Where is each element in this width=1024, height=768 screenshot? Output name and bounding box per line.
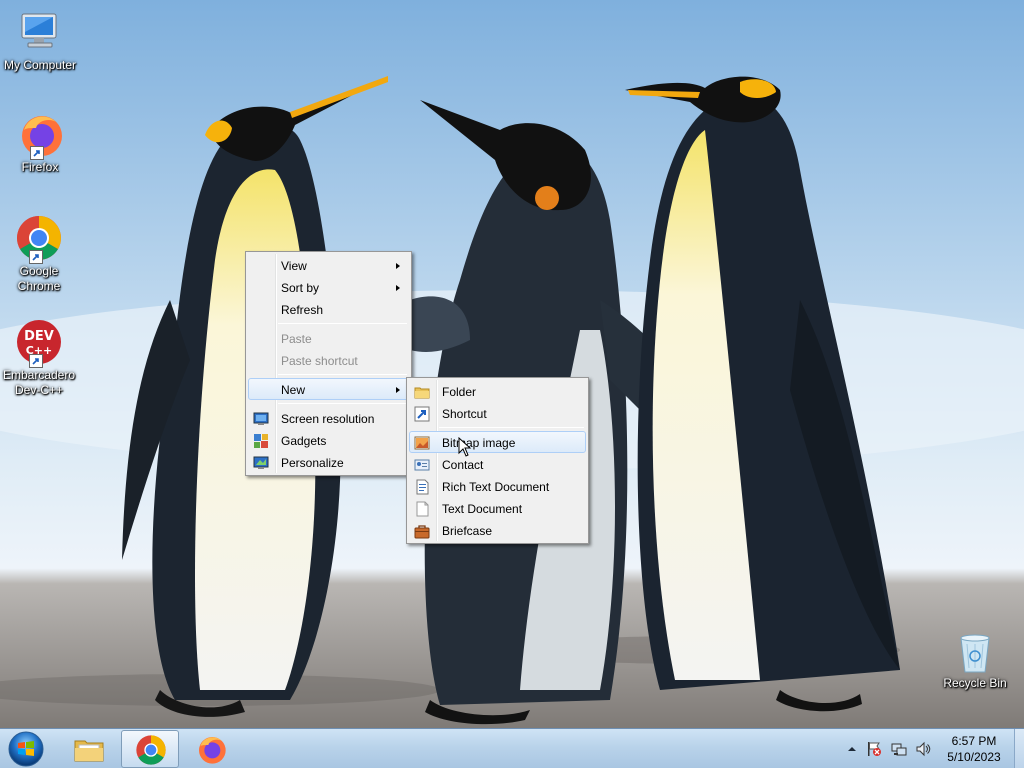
menu-item-label: New bbox=[281, 383, 306, 397]
folder-library-icon bbox=[73, 733, 105, 765]
shortcut-arrow-icon bbox=[30, 146, 44, 160]
shortcut-arrow-icon bbox=[29, 250, 43, 264]
show-desktop-button[interactable] bbox=[1014, 729, 1024, 768]
menu-item-label: Shortcut bbox=[442, 407, 487, 421]
menu-item-label: Contact bbox=[442, 458, 484, 472]
menu-item-new[interactable]: New bbox=[248, 378, 409, 400]
menu-item-view[interactable]: View bbox=[248, 254, 409, 276]
menu-item-paste-shortcut[interactable]: Paste shortcut bbox=[248, 349, 409, 371]
start-button[interactable] bbox=[4, 730, 48, 768]
menu-separator bbox=[278, 374, 407, 375]
menu-item-label: Rich Text Document bbox=[442, 480, 550, 494]
briefcase-icon bbox=[414, 523, 430, 539]
computer-icon bbox=[16, 8, 64, 56]
menu-item-sort-by[interactable]: Sort by bbox=[248, 276, 409, 298]
submenu-arrow-icon bbox=[396, 285, 400, 291]
bitmap-image-icon bbox=[414, 435, 430, 451]
menu-item-gadgets[interactable]: Gadgets bbox=[248, 429, 409, 451]
desktop-icon-label: Google Chrome bbox=[17, 264, 61, 293]
firefox-icon bbox=[195, 733, 227, 765]
menu-item-personalize[interactable]: Personalize bbox=[248, 451, 409, 473]
new-menu-item-contact[interactable]: Contact bbox=[409, 453, 586, 475]
screen-resolution-icon bbox=[253, 411, 269, 427]
action-center-flag-icon[interactable] bbox=[866, 741, 882, 757]
show-hidden-icons-icon[interactable] bbox=[844, 741, 860, 757]
svg-text:DEV: DEV bbox=[24, 329, 54, 344]
menu-item-label: Gadgets bbox=[281, 434, 327, 448]
menu-item-refresh[interactable]: Refresh bbox=[248, 298, 409, 320]
desktop-icon-label: Recycle Bin bbox=[943, 676, 1007, 690]
rich-text-icon bbox=[414, 479, 430, 495]
desktop-icon-dev-cpp[interactable]: DEV C++ Embarcadero Dev-C++ bbox=[0, 318, 79, 398]
recycle-bin-icon bbox=[955, 630, 995, 674]
menu-item-label: Text Document bbox=[442, 502, 523, 516]
clock-date: 5/10/2023 bbox=[947, 750, 1001, 764]
text-document-icon bbox=[414, 501, 430, 517]
new-submenu: Folder Shortcut Bitmap image Contact Ric… bbox=[406, 377, 589, 544]
devcpp-icon: DEV C++ bbox=[15, 318, 63, 368]
desktop-icon-firefox[interactable]: Firefox bbox=[0, 110, 80, 175]
menu-item-label: Personalize bbox=[281, 456, 344, 470]
new-menu-item-folder[interactable]: Folder bbox=[409, 380, 586, 402]
clock[interactable]: 6:57 PM 5/10/2023 bbox=[934, 733, 1014, 765]
menu-item-paste[interactable]: Paste bbox=[248, 327, 409, 349]
firefox-icon bbox=[16, 110, 64, 160]
menu-item-label: Sort by bbox=[281, 281, 320, 295]
menu-separator bbox=[278, 323, 407, 324]
gadgets-icon bbox=[253, 433, 269, 449]
taskbar-file-explorer[interactable] bbox=[60, 730, 118, 768]
clock-time: 6:57 PM bbox=[951, 734, 997, 748]
desktop-icon-label: My Computer bbox=[3, 58, 77, 72]
menu-item-label: View bbox=[281, 259, 307, 273]
personalize-icon bbox=[253, 455, 269, 471]
taskbar: 6:57 PM 5/10/2023 bbox=[0, 728, 1024, 768]
menu-item-label: Screen resolution bbox=[281, 412, 375, 426]
menu-separator bbox=[439, 427, 584, 428]
new-menu-item-rich-text-document[interactable]: Rich Text Document bbox=[409, 475, 586, 497]
desktop-icon-recycle-bin[interactable]: Recycle Bin bbox=[935, 630, 1015, 691]
new-menu-item-text-document[interactable]: Text Document bbox=[409, 497, 586, 519]
desktop-icon-label: Embarcadero Dev-C++ bbox=[2, 368, 76, 397]
chrome-icon bbox=[135, 734, 167, 766]
menu-item-label: Bitmap image bbox=[442, 436, 516, 450]
menu-item-screen-resolution[interactable]: Screen resolution bbox=[248, 407, 409, 429]
menu-item-label: Paste bbox=[281, 332, 312, 346]
submenu-arrow-icon bbox=[396, 263, 400, 269]
shortcut-arrow-icon bbox=[29, 354, 43, 368]
desktop-context-menu: View Sort by Refresh Paste Paste shortcu… bbox=[245, 251, 412, 476]
desktop-icon-label: Firefox bbox=[21, 160, 59, 174]
menu-separator bbox=[278, 403, 407, 404]
network-icon[interactable] bbox=[891, 741, 907, 757]
menu-item-label: Folder bbox=[442, 385, 477, 399]
folder-icon bbox=[414, 384, 430, 400]
chrome-icon bbox=[15, 214, 63, 264]
menu-item-label: Paste shortcut bbox=[281, 354, 358, 368]
submenu-arrow-icon bbox=[396, 387, 400, 393]
contact-icon bbox=[414, 457, 430, 473]
new-menu-item-briefcase[interactable]: Briefcase bbox=[409, 519, 586, 541]
taskbar-google-chrome[interactable] bbox=[121, 730, 179, 768]
taskbar-firefox[interactable] bbox=[182, 730, 240, 768]
menu-item-label: Refresh bbox=[281, 303, 324, 317]
new-menu-item-bitmap-image[interactable]: Bitmap image bbox=[409, 431, 586, 453]
shortcut-icon bbox=[414, 406, 430, 422]
new-menu-item-shortcut[interactable]: Shortcut bbox=[409, 402, 586, 424]
desktop-icon-google-chrome[interactable]: Google Chrome bbox=[0, 214, 79, 294]
menu-item-label: Briefcase bbox=[442, 524, 493, 538]
desktop-icon-my-computer[interactable]: My Computer bbox=[0, 8, 80, 73]
mouse-cursor-icon bbox=[458, 436, 472, 457]
volume-icon[interactable] bbox=[915, 741, 931, 757]
